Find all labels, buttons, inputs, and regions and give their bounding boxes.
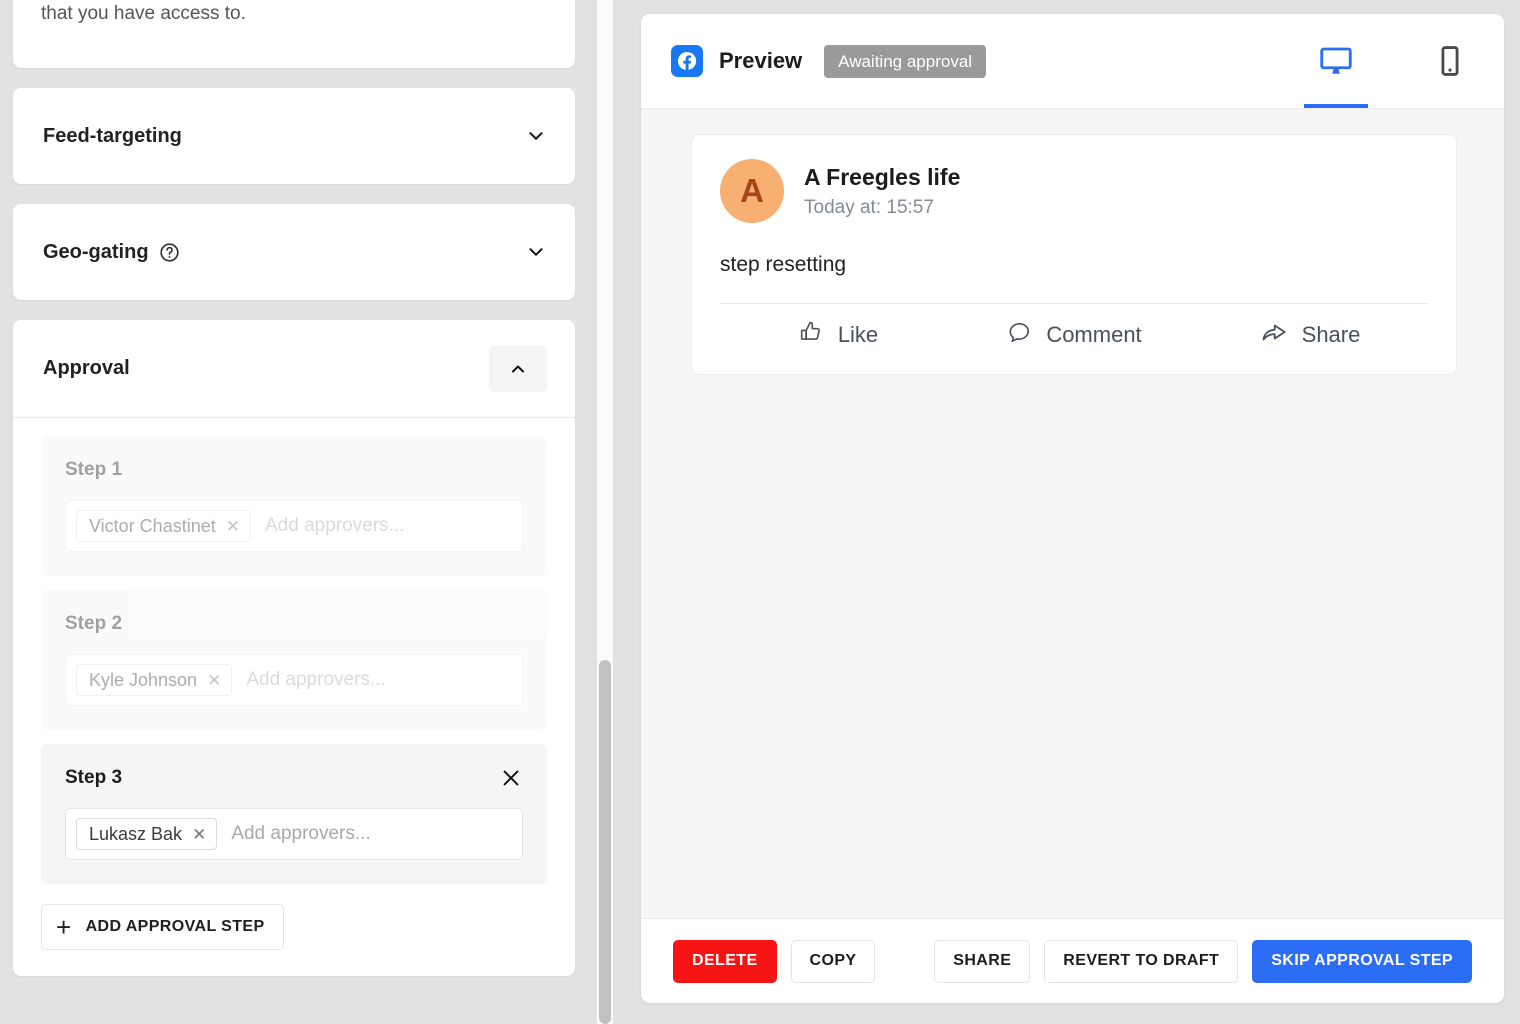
share-label: Share: [1301, 322, 1361, 347]
plus-icon: +: [56, 912, 72, 942]
accordion-feed-targeting[interactable]: Feed-targeting: [13, 88, 575, 184]
remove-approver-icon[interactable]: ✕: [226, 518, 240, 535]
approvers-input-step-2[interactable]: Kyle Johnson ✕ Add approvers...: [65, 654, 523, 706]
help-circle-icon[interactable]: [159, 242, 180, 263]
notice-text: The selected channels aren't connected t…: [41, 3, 246, 24]
preview-body: A A Freegles life Today at: 15:57 step r…: [641, 109, 1504, 918]
step-label: Step 1: [65, 459, 123, 480]
like-label: Like: [837, 322, 879, 347]
post-meta: A Freegles life Today at: 15:57: [804, 164, 960, 219]
post-actions: Like Comment Share: [720, 303, 1428, 360]
skip-approval-step-button[interactable]: SKIP APPROVAL STEP: [1252, 939, 1472, 983]
remove-approver-icon[interactable]: ✕: [207, 672, 221, 689]
device-toggle-group: [1304, 14, 1478, 108]
post-author: A Freegles life: [804, 163, 961, 190]
accordion-geo-gating[interactable]: Geo-gating: [13, 204, 575, 300]
preview-label: Preview: [719, 48, 803, 73]
comment-bubble-icon: [1006, 319, 1032, 351]
approver-name: Victor Chastinet: [89, 515, 216, 536]
share-action[interactable]: Share: [1192, 318, 1428, 352]
accordion-geo-gating-title: Geo-gating: [43, 241, 180, 264]
approvers-placeholder: Add approvers...: [264, 515, 405, 536]
add-approval-step-label: ADD APPROVAL STEP: [85, 918, 265, 935]
share-button[interactable]: SHARE: [934, 939, 1031, 983]
comment-label: Comment: [1046, 322, 1142, 347]
add-approval-step-button[interactable]: + ADD APPROVAL STEP: [41, 904, 284, 950]
step-header: Step 1: [65, 458, 523, 482]
approvers-input-step-3[interactable]: Lukasz Bak ✕ Add approvers...: [65, 808, 523, 860]
step-header: Step 3: [65, 766, 523, 790]
revert-to-draft-button[interactable]: REVERT TO DRAFT: [1044, 939, 1239, 983]
post-timestamp: Today at: 15:57: [804, 196, 934, 218]
approvers-placeholder: Add approvers...: [231, 823, 371, 844]
approver-name: Kyle Johnson: [89, 669, 198, 690]
remove-step-icon[interactable]: [499, 766, 523, 790]
accordion-feed-targeting-title: Feed-targeting: [43, 125, 182, 148]
like-action[interactable]: Like: [720, 319, 956, 351]
approval-collapse-button[interactable]: [489, 345, 547, 392]
approval-steps-list: Step 1 Victor Chastinet ✕ Add approvers.…: [13, 418, 575, 976]
chevron-down-icon[interactable]: [525, 125, 547, 147]
copy-button[interactable]: COPY: [790, 939, 876, 983]
status-badge: Awaiting approval: [824, 44, 987, 78]
settings-sidebar: The selected channels aren't connected t…: [0, 0, 588, 1024]
accordion-label: Geo-gating: [43, 240, 149, 263]
approvers-input-step-1[interactable]: Victor Chastinet ✕ Add approvers...: [65, 500, 523, 552]
remove-approver-icon[interactable]: ✕: [192, 826, 206, 843]
preview-panel: Preview Awaiting approval A A Freegles l…: [641, 14, 1504, 1003]
avatar: A: [720, 159, 784, 223]
approvers-placeholder: Add approvers...: [246, 669, 386, 690]
approver-chip[interactable]: Lukasz Bak ✕: [76, 818, 218, 850]
preview-header: Preview Awaiting approval: [641, 14, 1504, 109]
approver-chip[interactable]: Kyle Johnson ✕: [76, 664, 233, 696]
action-bar: DELETE COPY SHARE REVERT TO DRAFT SKIP A…: [641, 918, 1504, 1003]
approval-header[interactable]: Approval: [13, 320, 575, 418]
approval-step-2: Step 2 Kyle Johnson ✕ Add approvers...: [41, 590, 547, 730]
device-toggle-desktop[interactable]: [1304, 14, 1368, 108]
sidebar-scrollbar[interactable]: [597, 0, 614, 1024]
approval-title: Approval: [43, 357, 130, 379]
post-header: A A Freegles life Today at: 15:57: [720, 159, 1428, 223]
step-label: Step 2: [65, 613, 123, 634]
step-label: Step 3: [65, 767, 123, 788]
facebook-post-card: A A Freegles life Today at: 15:57 step r…: [691, 134, 1457, 375]
approval-section: Approval Step 1 Victor Chastinet ✕ Add a…: [13, 320, 575, 976]
facebook-icon: [671, 45, 703, 77]
approval-step-3: Step 3 Lukasz Bak ✕ Add approvers...: [41, 744, 547, 884]
share-arrow-icon: [1260, 318, 1288, 352]
ad-account-notice-card: The selected channels aren't connected t…: [13, 0, 575, 68]
approver-name: Lukasz Bak: [89, 823, 183, 844]
chevron-down-icon[interactable]: [525, 241, 547, 263]
accordion-label: Feed-targeting: [43, 124, 182, 147]
post-message: step resetting: [720, 253, 847, 276]
device-toggle-mobile[interactable]: [1422, 14, 1478, 108]
step-header: Step 2: [65, 612, 523, 636]
comment-action[interactable]: Comment: [956, 319, 1192, 351]
thumbs-up-icon: [798, 319, 824, 351]
sidebar-scrollbar-thumb[interactable]: [599, 660, 611, 1024]
approval-step-1: Step 1 Victor Chastinet ✕ Add approvers.…: [41, 436, 547, 576]
approver-chip[interactable]: Victor Chastinet ✕: [76, 510, 251, 542]
delete-button[interactable]: DELETE: [673, 939, 777, 983]
